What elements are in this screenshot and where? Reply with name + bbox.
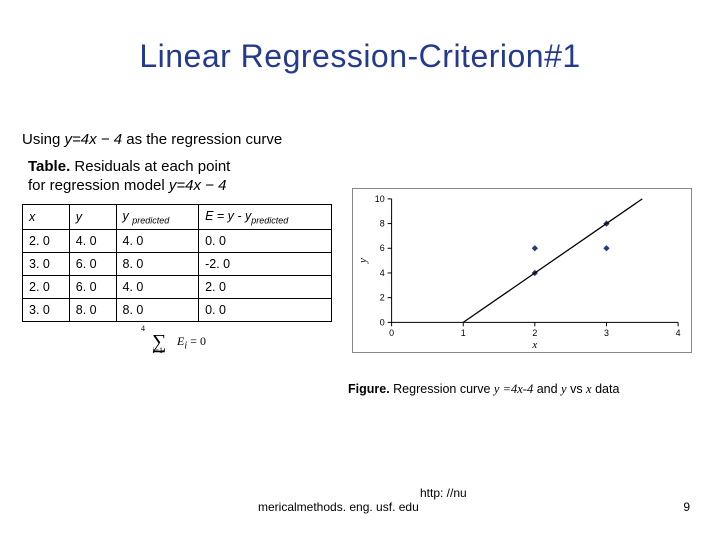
figcap-t: Regression curve [390, 382, 494, 396]
table-caption-label: Table. [28, 158, 70, 175]
cell: 8. 0 [116, 299, 199, 322]
cell: 2. 0 [23, 230, 70, 253]
svg-text:2: 2 [532, 328, 537, 338]
cell: 2. 0 [199, 276, 332, 299]
svg-text:10: 10 [375, 193, 385, 203]
figure-caption: Figure. Regression curve y =4x-4 and y v… [348, 382, 708, 397]
footer-url-part2: mericalmethods. eng. usf. edu [258, 500, 419, 514]
cell: 2. 0 [23, 276, 70, 299]
residuals-table-wrap: x y y predicted E = y - ypredicted 2. 0 … [22, 204, 332, 352]
svg-text:1: 1 [461, 328, 466, 338]
using-line: Using y=4x − 4 as the regression curve [0, 131, 720, 148]
footer: http: //nu mericalmethods. eng. usf. edu… [0, 486, 720, 516]
svg-text:4: 4 [676, 328, 681, 338]
svg-text:x: x [531, 339, 537, 351]
cell: 8. 0 [69, 299, 116, 322]
cell: 0. 0 [199, 299, 332, 322]
chart-svg: 0 1 2 3 4 0 2 4 6 8 10 x y [353, 189, 691, 352]
cell: 3. 0 [23, 299, 70, 322]
table-caption-l1: Residuals at each point [70, 158, 230, 175]
residuals-table: x y y predicted E = y - ypredicted 2. 0 … [22, 204, 332, 323]
cell: -2. 0 [199, 253, 332, 276]
figcap-t: data [592, 382, 620, 396]
using-eqn: y=4x − 4 [65, 131, 123, 148]
regression-chart: 0 1 2 3 4 0 2 4 6 8 10 x y [352, 188, 692, 353]
table-row: 2. 0 6. 0 4. 0 2. 0 [23, 276, 332, 299]
cell: 6. 0 [69, 276, 116, 299]
footer-url-part1: http: //nu [420, 486, 467, 500]
table-row: 3. 0 8. 0 8. 0 0. 0 [23, 299, 332, 322]
svg-text:y: y [357, 258, 369, 264]
sum-equation: 4∑i=1Ei = 0 [22, 322, 332, 351]
svg-text:0: 0 [380, 317, 385, 327]
svg-text:6: 6 [380, 243, 385, 253]
page-number: 9 [683, 500, 690, 514]
cell: 4. 0 [116, 230, 199, 253]
figcap-t: vs [567, 382, 586, 396]
svg-text:3: 3 [604, 328, 609, 338]
cell: 4. 0 [69, 230, 116, 253]
slide-title: Linear Regression-Criterion#1 [0, 0, 720, 75]
cell: 3. 0 [23, 253, 70, 276]
col-ypred: y predicted [116, 204, 199, 230]
figcap-t: and [533, 382, 561, 396]
svg-text:0: 0 [389, 328, 394, 338]
cell: 6. 0 [69, 253, 116, 276]
svg-text:2: 2 [380, 292, 385, 302]
table-caption-l2eqn: y=4x − 4 [169, 177, 227, 194]
cell: 8. 0 [116, 253, 199, 276]
figcap-e: y =4x-4 [494, 382, 533, 396]
using-prefix: Using [22, 131, 65, 148]
table-header-row: x y y predicted E = y - ypredicted [23, 204, 332, 230]
table-row: 3. 0 6. 0 8. 0 -2. 0 [23, 253, 332, 276]
col-err: E = y - ypredicted [199, 204, 332, 230]
col-y: y [69, 204, 116, 230]
col-x: x [23, 204, 70, 230]
svg-text:4: 4 [380, 267, 385, 277]
cell: 4. 0 [116, 276, 199, 299]
table-row: 2. 0 4. 0 4. 0 0. 0 [23, 230, 332, 253]
figcap-label: Figure. [348, 382, 390, 396]
cell: 0. 0 [199, 230, 332, 253]
table-caption-l2a: for regression model [28, 177, 169, 194]
svg-text:8: 8 [380, 218, 385, 228]
using-suffix: as the regression curve [122, 131, 282, 148]
